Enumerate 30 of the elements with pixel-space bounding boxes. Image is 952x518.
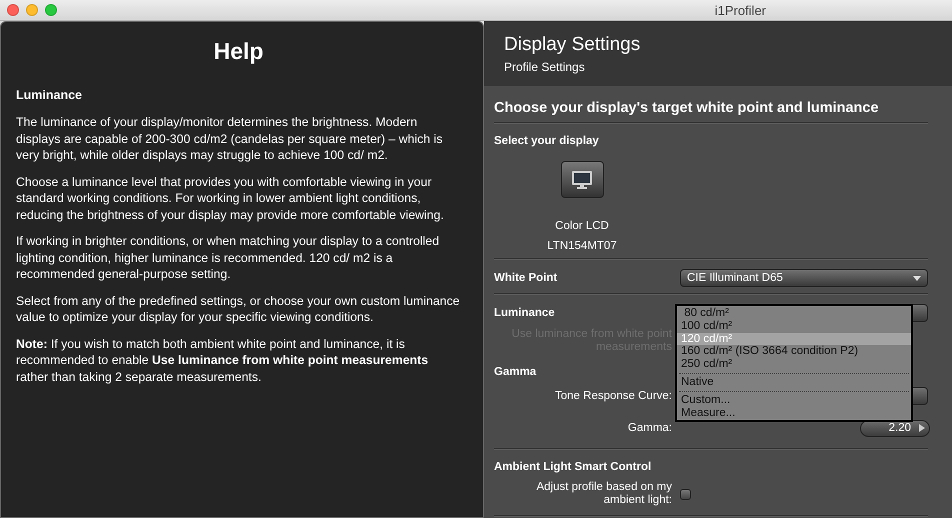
gamma-label: Gamma: — [626, 422, 672, 434]
caret-icon — [913, 276, 921, 280]
window-title: i1Profiler — [714, 2, 766, 18]
close-button[interactable] — [7, 4, 19, 16]
help-heading: Luminance — [16, 88, 83, 102]
section-title: Choose your display's target white point and luminance — [494, 100, 928, 123]
gamma-heading: Gamma — [494, 366, 538, 378]
zoom-button[interactable] — [45, 4, 57, 16]
minimize-button[interactable] — [26, 4, 38, 16]
page-title: Display Settings — [504, 34, 642, 56]
luminance-label: Luminance — [494, 307, 556, 319]
help-paragraph: Note: If you wish to match both ambient white point and luminance, it is recommended to enable Use luminance from white point measurements rather than taking 2 separate measurements. — [16, 336, 430, 385]
ambient-heading: Ambient Light Smart Control — [494, 461, 652, 473]
help-paragraph: The luminance of your display/monitor determines the brightness. Modern displays are capable of 200-300 cd/m2 (candelas per square meter) – which is very bright, while older displays may struggle to achieve 100 cd/ m2. — [16, 114, 444, 164]
help-paragraph: Choose a luminance level that provides you with comfortable viewing in your standard working conditions. For working in lower ambient light conditions, reducing the brightness of your display may provide more comfortable viewing. — [16, 174, 445, 223]
help-paragraph: If working in brighter conditions, or when matching your display to a controlled lighting condition, higher luminance is recommended. 120 cd/ m2 is a recommended general-purpose setting. — [16, 233, 440, 282]
dropdown-select[interactable]: CIE Illuminant D65 — [680, 269, 928, 287]
page-subtitle: Profile Settings — [504, 60, 586, 74]
monitor-icon — [571, 170, 593, 190]
display-button[interactable] — [560, 161, 604, 198]
curve-label: Tone Response Curve: — [554, 390, 672, 402]
display-name: Color LCD — [555, 220, 609, 232]
display-heading: Select your display — [494, 135, 600, 147]
setting-label: White Point — [494, 272, 558, 284]
arrow-icon — [919, 424, 925, 432]
help-title: Help — [212, 38, 264, 65]
ambient-checkbox[interactable] — [680, 488, 691, 500]
ambient-label: Adjust profile based on my ambient light: — [535, 481, 672, 507]
display-model: LTN154MT07 — [547, 240, 617, 252]
help-paragraph: Select from any of the predefined settings, or choose your own custom luminance value to optimize your display for your specific viewing conditions. — [16, 292, 461, 326]
